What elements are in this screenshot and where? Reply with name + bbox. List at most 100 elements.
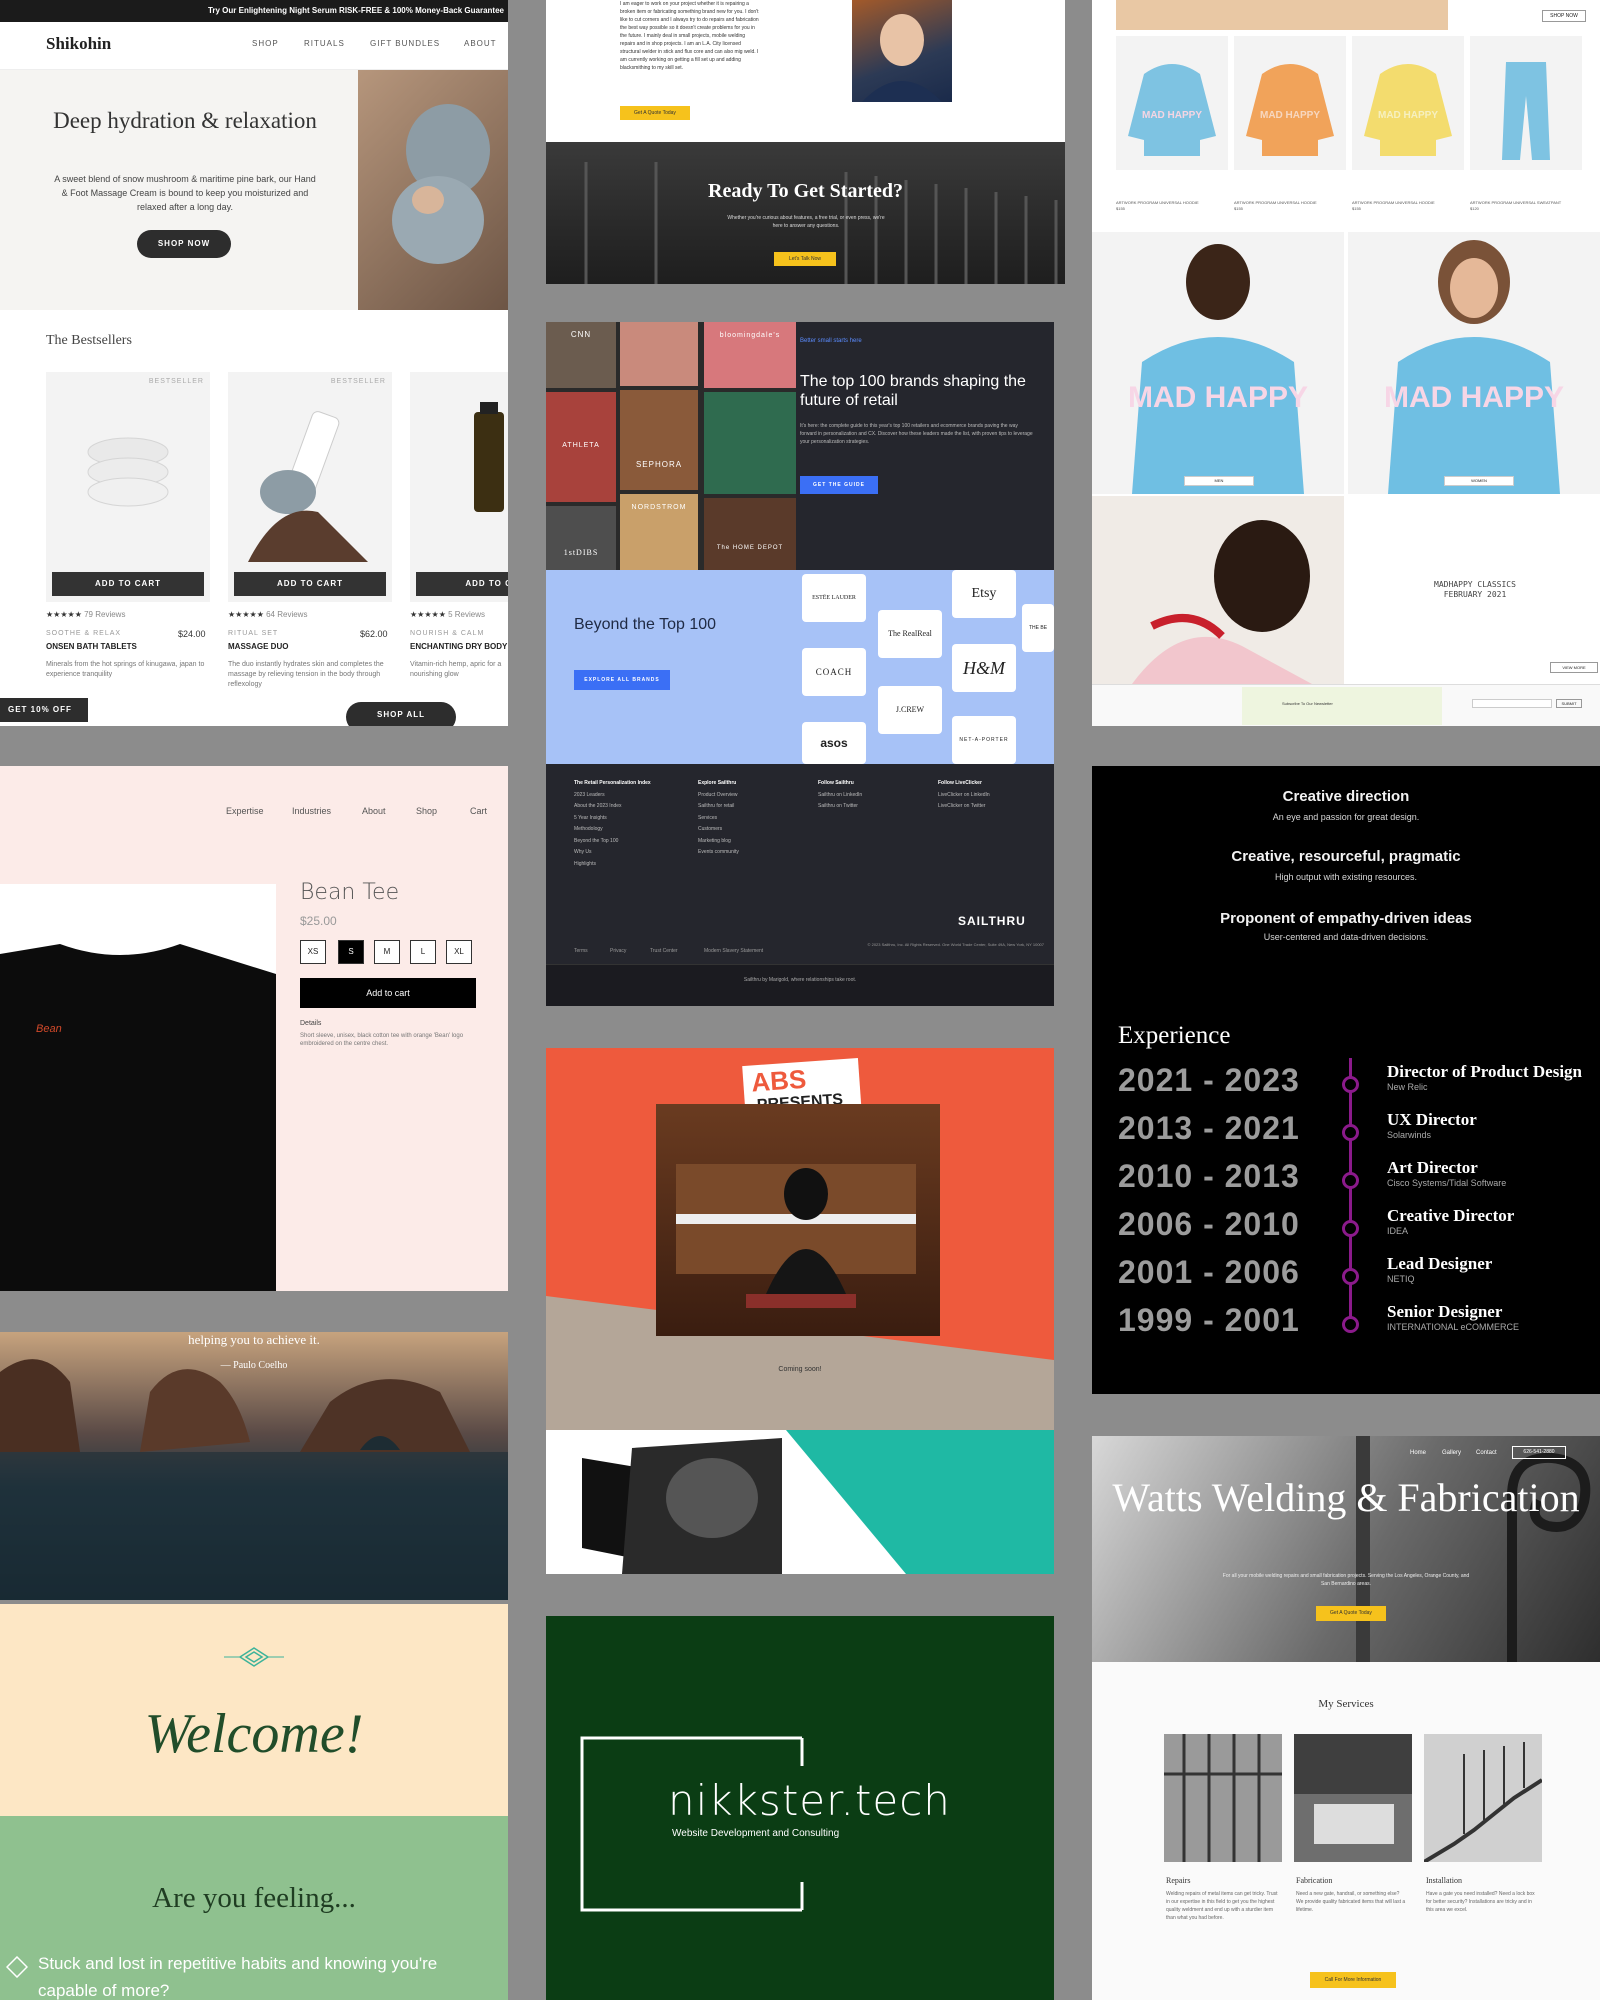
model-men-image[interactable]: MAD HAPPY [1092, 232, 1344, 494]
product-name[interactable]: MASSAGE DUO [228, 642, 288, 651]
nav-about[interactable]: ABOUT [464, 39, 497, 48]
nav-gift-bundles[interactable]: GIFT BUNDLES [370, 39, 440, 48]
shop-now-button[interactable]: SHOP NOW [1542, 10, 1586, 22]
product-image[interactable] [228, 372, 392, 602]
phone-button[interactable]: 626-541-2880 [1512, 1446, 1566, 1459]
footer-link[interactable]: Methodology [574, 826, 603, 832]
nav-shop[interactable]: SHOP [252, 39, 279, 48]
mosaic-tile [704, 392, 796, 494]
brand-logo[interactable]: Etsy [952, 570, 1016, 618]
add-to-cart-button[interactable]: ADD TO CART [52, 572, 204, 596]
call-info-button[interactable]: Call For More Information [1310, 1972, 1396, 1988]
add-to-cart-button[interactable]: ADD TO CART [234, 572, 386, 596]
footer-link[interactable]: Sailthru for retail [698, 803, 734, 809]
footer-link[interactable]: Marketing blog [698, 838, 731, 844]
timeline-role: Creative Director [1387, 1206, 1515, 1225]
nav-home[interactable]: Home [1410, 1450, 1426, 1456]
footer-link[interactable]: Customers [698, 826, 722, 832]
product-card[interactable]: ADD TO CA [410, 372, 508, 604]
product-name[interactable]: ENCHANTING DRY BODY [410, 642, 507, 651]
footer-link[interactable]: Services [698, 815, 717, 821]
get-guide-button[interactable]: GET THE GUIDE [800, 476, 878, 494]
product-tile[interactable] [1470, 36, 1582, 170]
brand-logo[interactable]: COACH [802, 648, 866, 696]
explore-brands-button[interactable]: EXPLORE ALL BRANDS [574, 670, 670, 690]
product-name[interactable]: ONSEN BATH TABLETS [46, 642, 137, 651]
footer-link[interactable]: About the 2023 Index [574, 803, 622, 809]
footer-link[interactable]: 5 Year Insights [574, 815, 607, 821]
product-label[interactable]: ARTWORK PROGRAM UNIVERSAL HOODIE $155 [1352, 200, 1452, 212]
size-xl[interactable]: XL [446, 940, 472, 964]
add-to-cart-button[interactable]: Add to cart [300, 978, 476, 1008]
size-xs[interactable]: XS [300, 940, 326, 964]
review-count[interactable]: 64 Reviews [266, 610, 307, 619]
product-tile[interactable]: MAD HAPPY [1116, 36, 1228, 170]
submit-button[interactable]: SUBMIT [1556, 699, 1582, 708]
footer-link[interactable]: Why Us [574, 849, 592, 855]
view-more-button[interactable]: VIEW MORE [1550, 662, 1598, 673]
shikohin-logo[interactable]: Shikohin [46, 34, 111, 54]
brand-logo[interactable]: ESTĒE LAUDER [802, 574, 866, 622]
nav-expertise[interactable]: Expertise [226, 806, 264, 816]
footer-link[interactable]: LiveClicker on Twitter [938, 803, 985, 809]
product-label[interactable]: ARTWORK PROGRAM UNIVERSAL HOODIE $155 [1234, 200, 1334, 212]
sailthru-logo[interactable]: SAILTHRU [958, 914, 1026, 928]
women-tag[interactable]: WOMEN [1444, 476, 1514, 486]
brand-logo[interactable]: THE BE [1022, 604, 1054, 652]
footer-link[interactable]: Product Overview [698, 792, 737, 798]
brand-logo[interactable]: NET-A-PORTER [952, 716, 1016, 764]
footer-link[interactable]: 2023 Leaders [574, 792, 605, 798]
classics-image[interactable] [1092, 496, 1344, 684]
legal-link-modern-slavery[interactable]: Modern Slavery Statement [704, 948, 763, 954]
talk-now-button[interactable]: Let's Talk Now [774, 252, 836, 266]
legal-link-privacy[interactable]: Privacy [610, 948, 626, 954]
men-tag[interactable]: MEN [1184, 476, 1254, 486]
footer-link[interactable]: Events community [698, 849, 739, 855]
service-image-repairs[interactable] [1164, 1734, 1282, 1862]
review-count[interactable]: 79 Reviews [84, 610, 125, 619]
product-label[interactable]: ARTWORK PROGRAM UNIVERSAL SWEATPANT $120 [1470, 200, 1570, 212]
service-image-installation[interactable] [1424, 1734, 1542, 1862]
footer-link[interactable]: Highlights [574, 861, 596, 867]
footer-link[interactable]: LiveClicker on LinkedIn [938, 792, 990, 798]
footer-link[interactable]: Sailthru on LinkedIn [818, 792, 862, 798]
product-image[interactable] [410, 372, 508, 602]
brand-logo[interactable]: H&M [952, 644, 1016, 692]
size-l[interactable]: L [410, 940, 436, 964]
nav-about[interactable]: About [362, 806, 386, 816]
model-women-image[interactable]: MAD HAPPY [1348, 232, 1600, 494]
promo-banner[interactable]: Try Our Enlightening Night Serum RISK-FR… [0, 0, 508, 22]
nav-contact[interactable]: Contact [1476, 1450, 1497, 1456]
nav-rituals[interactable]: RITUALS [304, 39, 345, 48]
footer-link[interactable]: Beyond the Top 100 [574, 838, 618, 844]
get-quote-button[interactable]: Get A Quote Today [1316, 1606, 1386, 1621]
product-card[interactable]: BESTSELLER ADD TO CART [228, 372, 392, 604]
product-image[interactable] [46, 372, 210, 602]
review-count[interactable]: 5 Reviews [448, 610, 485, 619]
product-tile[interactable]: MAD HAPPY [1352, 36, 1464, 170]
brand-logo[interactable]: asos [802, 722, 866, 764]
timeline-dot [1342, 1124, 1359, 1141]
product-image[interactable]: Bean [0, 884, 276, 1291]
nav-gallery[interactable]: Gallery [1442, 1450, 1461, 1456]
footer-link[interactable]: Sailthru on Twitter [818, 803, 858, 809]
brand-logo[interactable]: J.CREW [878, 686, 942, 734]
legal-link-terms[interactable]: Terms [574, 948, 588, 954]
brand-logo[interactable]: The RealReal [878, 610, 942, 658]
legal-link-trust-center[interactable]: Trust Center [650, 948, 678, 954]
size-s-selected[interactable]: S [338, 940, 364, 964]
product-tile[interactable]: MAD HAPPY [1234, 36, 1346, 170]
nav-industries[interactable]: Industries [292, 806, 331, 816]
product-label[interactable]: ARTWORK PROGRAM UNIVERSAL HOODIE $155 [1116, 200, 1216, 212]
service-image-fabrication[interactable] [1294, 1734, 1412, 1862]
get-10-off-button[interactable]: GET 10% OFF [0, 698, 88, 722]
add-to-cart-button[interactable]: ADD TO CA [416, 572, 508, 596]
nav-cart[interactable]: Cart [470, 806, 487, 816]
email-field[interactable] [1472, 699, 1552, 708]
product-card[interactable]: BESTSELLER ADD TO CART [46, 372, 210, 604]
get-quote-button[interactable]: Get A Quote Today [620, 106, 690, 120]
size-m[interactable]: M [374, 940, 400, 964]
shop-all-button[interactable]: SHOP ALL [346, 702, 456, 726]
nav-shop[interactable]: Shop [416, 806, 437, 816]
shop-now-button[interactable]: SHOP NOW [137, 230, 231, 258]
